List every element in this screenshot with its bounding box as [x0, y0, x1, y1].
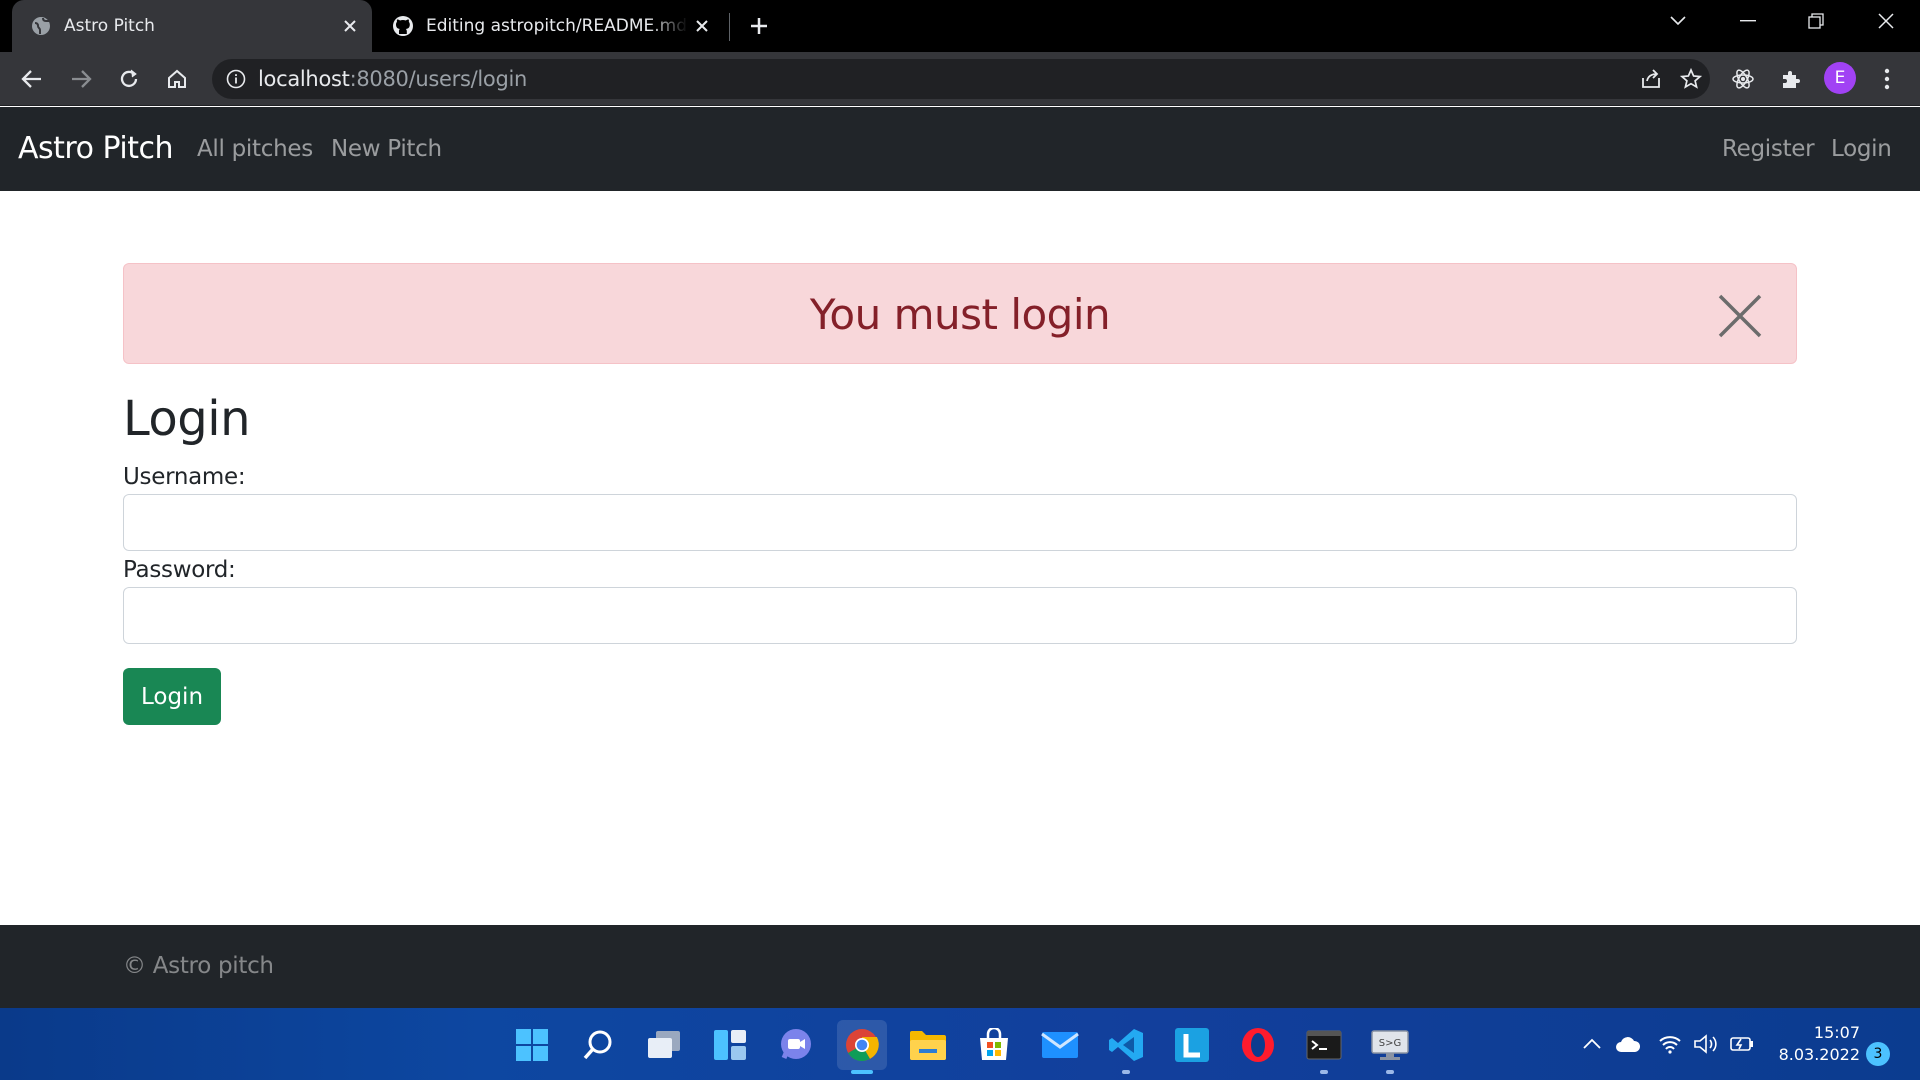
browser-toolbar: localhost:8080/users/login E: [0, 52, 1920, 106]
vscode-icon[interactable]: [1101, 1020, 1151, 1074]
close-tab-icon[interactable]: [688, 12, 716, 40]
close-tab-icon[interactable]: [336, 12, 364, 40]
microsoft-store-icon[interactable]: [969, 1020, 1019, 1070]
tab-separator: [729, 13, 730, 41]
react-devtools-icon[interactable]: [1726, 62, 1760, 96]
error-alert: You must login: [123, 263, 1797, 364]
show-hidden-icons-icon[interactable]: [1578, 1030, 1606, 1058]
battery-charging-icon[interactable]: [1728, 1030, 1756, 1058]
running-indicator: [1122, 1070, 1130, 1074]
tab-astro-pitch[interactable]: Astro Pitch: [12, 0, 372, 52]
windows-taskbar: S>G 15:07 8.03.2022 3: [0, 1008, 1920, 1080]
profile-avatar[interactable]: E: [1824, 62, 1856, 94]
url-host: localhost: [258, 67, 350, 91]
alert-message: You must login: [809, 290, 1111, 339]
nav-login[interactable]: Login: [1831, 136, 1892, 162]
github-icon: [392, 15, 414, 37]
bookmark-star-icon[interactable]: [1674, 62, 1708, 96]
site-navbar: Astro Pitch All pitches New Pitch Regist…: [0, 107, 1920, 191]
search-icon[interactable]: [573, 1020, 623, 1070]
footer-copyright: © Astro pitch: [123, 953, 274, 979]
tab-github-readme[interactable]: Editing astropitch/README.md at main: [374, 0, 724, 52]
home-icon[interactable]: [160, 62, 194, 96]
url-text: localhost:8080/users/login: [258, 67, 527, 91]
clock-time: 15:07: [1813, 1023, 1860, 1042]
extensions-puzzle-icon[interactable]: [1774, 62, 1808, 96]
site-footer: © Astro pitch: [0, 925, 1920, 1008]
running-indicator: [1320, 1070, 1328, 1074]
address-bar[interactable]: localhost:8080/users/login: [212, 59, 1710, 99]
tab-title: Astro Pitch: [64, 16, 155, 36]
system-clock[interactable]: 15:07 8.03.2022: [1770, 1022, 1860, 1066]
reload-icon[interactable]: [112, 62, 146, 96]
file-explorer-icon[interactable]: [903, 1020, 953, 1070]
share-icon[interactable]: [1634, 62, 1668, 96]
minimize-icon[interactable]: [1720, 0, 1776, 42]
username-input[interactable]: [123, 494, 1797, 551]
running-indicator: [1386, 1070, 1394, 1074]
menu-kebab-icon[interactable]: [1870, 62, 1904, 96]
url-path: :8080/users/login: [349, 67, 528, 91]
widgets-icon[interactable]: [705, 1020, 755, 1070]
onedrive-cloud-icon[interactable]: [1614, 1030, 1642, 1058]
opera-icon[interactable]: [1233, 1020, 1283, 1070]
site-info-icon[interactable]: [224, 67, 248, 91]
password-label: Password:: [123, 557, 236, 583]
terminal-icon[interactable]: [1299, 1020, 1349, 1074]
volume-icon[interactable]: [1692, 1030, 1720, 1058]
brand-link[interactable]: Astro Pitch: [18, 131, 174, 166]
start-icon[interactable]: [507, 1020, 557, 1070]
nav-register[interactable]: Register: [1722, 136, 1815, 162]
svg-text:S>G: S>G: [1379, 1038, 1401, 1049]
page-title: Login: [123, 391, 251, 447]
password-input[interactable]: [123, 587, 1797, 644]
globe-icon: [30, 15, 52, 37]
chrome-icon[interactable]: [837, 1020, 887, 1074]
l-app-icon[interactable]: [1167, 1020, 1217, 1070]
login-submit-button[interactable]: Login: [123, 668, 221, 725]
running-indicator: [851, 1070, 873, 1074]
task-view-icon[interactable]: [639, 1020, 689, 1070]
close-window-icon[interactable]: [1858, 0, 1914, 42]
wifi-icon[interactable]: [1656, 1030, 1684, 1058]
close-alert-icon[interactable]: [1718, 294, 1762, 338]
username-label: Username:: [123, 464, 246, 490]
back-icon[interactable]: [15, 62, 49, 96]
tab-search-icon[interactable]: [1650, 0, 1706, 42]
new-tab-icon[interactable]: [744, 11, 774, 41]
notification-badge[interactable]: 3: [1866, 1042, 1890, 1066]
nav-new-pitch[interactable]: New Pitch: [331, 136, 442, 162]
tab-title: Editing astropitch/README.md at main: [426, 16, 688, 36]
nav-all-pitches[interactable]: All pitches: [197, 136, 313, 162]
mail-icon[interactable]: [1035, 1020, 1085, 1070]
clock-date: 8.03.2022: [1778, 1045, 1860, 1064]
restore-icon[interactable]: [1788, 0, 1844, 42]
teams-chat-icon[interactable]: [771, 1020, 821, 1070]
remote-desktop-icon[interactable]: S>G: [1365, 1020, 1415, 1074]
forward-icon[interactable]: [64, 62, 98, 96]
browser-tab-strip: Astro Pitch Editing astropitch/README.md…: [0, 0, 1920, 52]
